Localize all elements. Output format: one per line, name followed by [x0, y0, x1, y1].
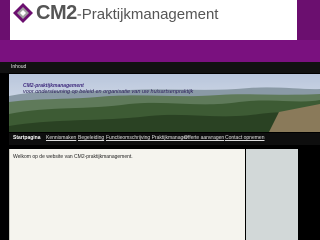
page: CM2-Praktijkmanagement Inhoud CM2-prakti…: [0, 0, 320, 240]
cm2-logo-icon: [13, 3, 33, 23]
welcome-text: Welkom op de website van CM2-praktijkman…: [13, 154, 133, 160]
nav-item-functieomschrijving[interactable]: Functieomschrijving Praktijkmanager: [106, 135, 188, 141]
logo-subtitle: -Praktijkmanagement: [76, 6, 219, 23]
tagline: CM2-praktijkmanagement voor ondersteunin…: [23, 83, 193, 95]
nav-item-offerte[interactable]: Offerte aanvragen: [184, 135, 224, 141]
right-edge: [298, 149, 320, 240]
logo[interactable]: CM2-Praktijkmanagement: [10, 0, 297, 40]
nav-item-kennismaken[interactable]: Kennismaken: [46, 135, 76, 141]
header-band: CM2-Praktijkmanagement: [0, 0, 320, 62]
tagline-subtitle: voor ondersteuning op beleid en organisa…: [23, 89, 194, 95]
nav-item-begeleiding[interactable]: Begeleiding: [78, 135, 104, 141]
banner: CM2-praktijkmanagement voor ondersteunin…: [9, 74, 320, 132]
logo-text: CM2-Praktijkmanagement: [36, 2, 218, 25]
sidebar: [246, 149, 298, 240]
main-nav: Startpagina Kennismaken Begeleiding Func…: [9, 133, 320, 145]
main-content: Welkom op de website van CM2-praktijkman…: [9, 149, 245, 240]
header-strip: [0, 40, 320, 62]
nav-item-contact[interactable]: Contact opnemen: [225, 135, 264, 141]
top-bar: Inhoud: [0, 62, 320, 73]
logo-cm2: CM2: [36, 2, 77, 24]
nav-item-startpagina[interactable]: Startpagina: [13, 135, 41, 141]
inhoud-link[interactable]: Inhoud: [11, 64, 26, 70]
